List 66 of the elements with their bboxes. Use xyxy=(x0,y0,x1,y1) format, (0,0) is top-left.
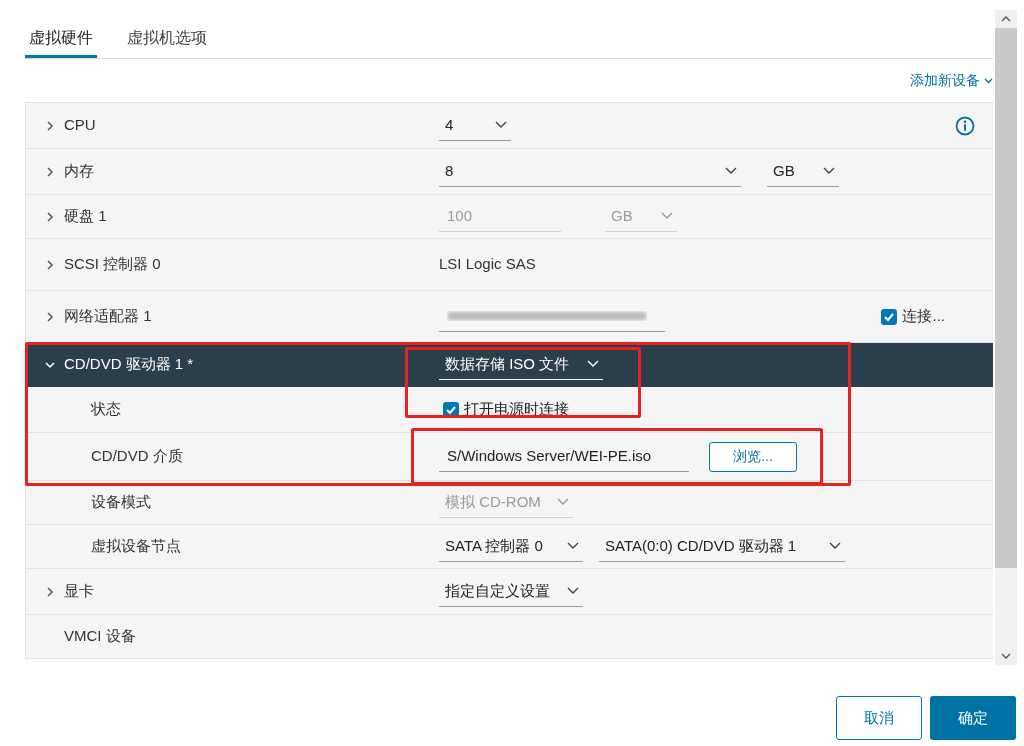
chevron-right-icon[interactable] xyxy=(45,166,55,177)
info-icon[interactable] xyxy=(955,115,975,136)
hardware-row[interactable]: 内存 8 GB xyxy=(26,149,993,195)
hardware-row[interactable]: CD/DVD 驱动器 1 * 数据存储 ISO 文件 xyxy=(26,343,993,387)
row-label: 设备模式 xyxy=(91,492,151,513)
dropdown-value: 8 xyxy=(445,160,454,181)
chevron-right-icon[interactable] xyxy=(45,311,55,322)
dropdown-value: GB xyxy=(773,160,795,181)
row-label: 内存 xyxy=(64,161,94,182)
dropdown-value: GB xyxy=(611,205,633,226)
hardware-row[interactable]: 显卡 指定自定义设置 xyxy=(26,569,993,615)
cancel-button[interactable]: 取消 xyxy=(836,696,922,740)
row-label: VMCI 设备 xyxy=(64,626,136,647)
scrollbar[interactable] xyxy=(995,10,1017,665)
dropdown[interactable]: 指定自定义设置 xyxy=(439,576,583,607)
add-device-link[interactable]: 添加新设备 xyxy=(910,70,993,91)
caret-icon xyxy=(829,542,841,550)
browse-button[interactable]: 浏览... xyxy=(709,441,797,472)
dropdown[interactable]: SATA 控制器 0 xyxy=(439,531,583,562)
checkbox-label: 连接... xyxy=(902,306,945,327)
dropdown[interactable]: 4 xyxy=(439,110,511,141)
chevron-right-icon[interactable] xyxy=(45,586,55,597)
caret-icon xyxy=(823,167,835,175)
dropdown-value: 模拟 CD-ROM xyxy=(445,491,541,512)
chevron-right-icon[interactable] xyxy=(45,211,55,222)
row-label: SCSI 控制器 0 xyxy=(64,254,161,275)
caret-icon xyxy=(984,77,993,84)
row-label: 网络适配器 1 xyxy=(64,306,152,327)
hardware-row[interactable]: VMCI 设备 xyxy=(26,615,993,659)
tab[interactable]: 虚拟机选项 xyxy=(123,20,211,58)
input-field[interactable]: S/Windows Server/WEI-PE.iso xyxy=(439,441,689,472)
row-label: 虚拟设备节点 xyxy=(91,536,181,557)
hardware-row[interactable]: 虚拟设备节点 SATA 控制器 0 SATA(0:0) CD/DVD 驱动器 1 xyxy=(26,525,993,569)
value-text: LSI Logic SAS xyxy=(439,254,536,275)
hardware-row[interactable]: CPU 4 xyxy=(26,103,993,149)
chevron-right-icon[interactable] xyxy=(45,259,55,270)
checkbox[interactable] xyxy=(881,308,898,325)
dropdown-value: SATA 控制器 0 xyxy=(445,535,543,556)
dropdown-value: SATA(0:0) CD/DVD 驱动器 1 xyxy=(605,535,797,556)
dropdown-value: 指定自定义设置 xyxy=(445,580,550,601)
chevron-right-icon[interactable] xyxy=(45,120,55,131)
row-label: CD/DVD 介质 xyxy=(91,446,183,467)
row-label: CD/DVD 驱动器 1 * xyxy=(64,354,194,375)
dropdown-value: 4 xyxy=(445,114,454,135)
caret-icon xyxy=(567,542,579,550)
hardware-row[interactable]: SCSI 控制器 0 LSI Logic SAS xyxy=(26,239,993,291)
caret-icon xyxy=(567,587,579,595)
caret-icon xyxy=(725,167,737,175)
dropdown[interactable]: GB xyxy=(767,156,839,187)
caret-icon xyxy=(661,212,673,220)
row-label: CPU xyxy=(64,115,96,136)
hardware-row[interactable]: 网络适配器 1 连接... xyxy=(26,291,993,343)
caret-icon xyxy=(587,360,599,368)
chevron-down-icon[interactable] xyxy=(45,359,55,370)
confirm-button[interactable]: 确定 xyxy=(930,696,1016,740)
dropdown[interactable]: 8 xyxy=(439,156,741,187)
row-label: 显卡 xyxy=(64,581,94,602)
row-label: 硬盘 1 xyxy=(64,206,107,227)
caret-icon xyxy=(557,498,569,506)
hardware-row[interactable]: CD/DVD 介质 S/Windows Server/WEI-PE.iso 浏览... xyxy=(26,433,993,481)
dropdown[interactable]: SATA(0:0) CD/DVD 驱动器 1 xyxy=(599,531,845,562)
row-label: 状态 xyxy=(91,399,121,420)
dropdown[interactable]: 数据存储 ISO 文件 xyxy=(439,349,603,380)
tab[interactable]: 虚拟硬件 xyxy=(25,20,97,58)
caret-icon xyxy=(495,121,507,129)
dropdown-value: 数据存储 ISO 文件 xyxy=(445,353,570,374)
